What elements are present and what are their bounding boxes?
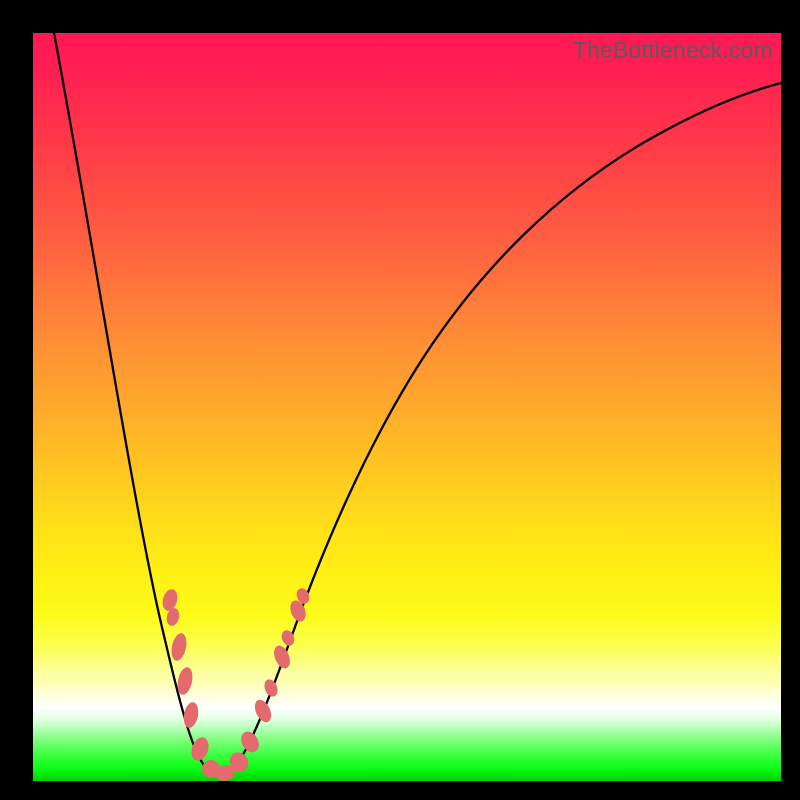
curve-marker xyxy=(271,643,293,670)
curve-layer xyxy=(33,33,781,781)
chart-stage: TheBottleneck.com xyxy=(0,0,800,800)
curve-marker xyxy=(160,587,180,612)
curve-markers xyxy=(160,586,311,782)
bottleneck-curve xyxy=(54,33,781,775)
plot-area: TheBottleneck.com xyxy=(33,33,781,781)
curve-marker xyxy=(169,632,189,662)
curve-marker xyxy=(262,677,280,698)
curve-marker xyxy=(238,728,263,755)
curve-marker xyxy=(252,697,275,725)
curve-marker xyxy=(182,701,200,729)
